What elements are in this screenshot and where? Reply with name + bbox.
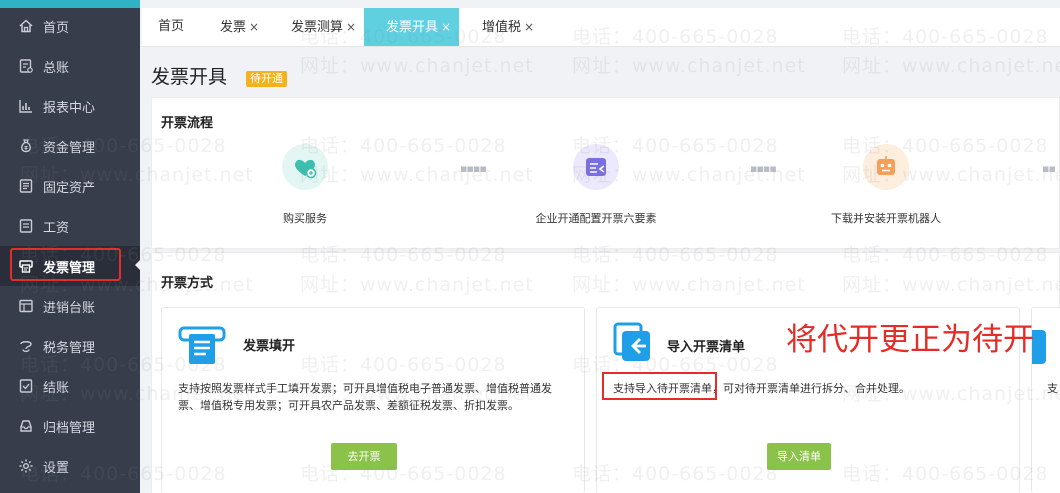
card-description: 支 — [1047, 382, 1058, 395]
sidebar-item-archive[interactable]: 归档管理 — [0, 406, 140, 446]
close-icon[interactable]: × — [524, 20, 534, 34]
sidebar-item-reports[interactable]: 报表中心 — [0, 86, 140, 126]
sidebar-item-label: 设置 — [43, 460, 70, 476]
sidebar-item-label: 总账 — [43, 60, 70, 76]
invoice-fill-icon — [178, 322, 226, 370]
tab-label: 首页 — [158, 19, 185, 34]
sidebar-item-label: 归档管理 — [43, 420, 96, 436]
card-desc-line: 票、增值税专用发票；可开具农产品发票、差额征税发票、折扣发票。 — [178, 399, 519, 412]
card-title: 发票填开 — [243, 339, 296, 354]
watermark-text: 网址：www.chanjet.net — [572, 55, 806, 77]
tab-label: 发票 — [220, 20, 247, 35]
sidebar-item-salary[interactable]: 工资 — [0, 206, 140, 246]
closing-icon — [18, 378, 34, 394]
sidebar-item-closing[interactable]: 结账 — [0, 366, 140, 406]
sidebar-item-label: 进销台账 — [43, 300, 96, 316]
home-icon — [18, 18, 34, 34]
sidebar-item-fixed-assets[interactable]: 固定资产 — [0, 166, 140, 206]
tab-home[interactable]: 首页 — [152, 8, 190, 46]
sidebar-item-invoice-management[interactable]: 发票管理 — [0, 246, 140, 286]
tab-bar: 首页 发票 × 发票测算 × 发票开具 × 增值税 × — [142, 8, 1060, 47]
stock-ledger-icon — [18, 298, 34, 314]
tab-vat[interactable]: 增值税 × — [476, 8, 540, 46]
robot-icon — [863, 144, 909, 190]
close-icon[interactable]: × — [249, 20, 259, 34]
process-title: 开票流程 — [161, 116, 214, 131]
sidebar-item-label: 发票管理 — [43, 260, 96, 276]
asset-icon — [18, 178, 34, 194]
partial-card-icon — [1032, 330, 1046, 364]
import-list-icon — [613, 322, 653, 368]
step-arrow-icon: ▪▪▪▪ — [750, 162, 777, 175]
gear-icon — [18, 458, 34, 474]
method-card-partial: 支 — [1031, 307, 1060, 493]
tax-icon — [18, 338, 34, 354]
invoice-printer-icon — [18, 258, 34, 274]
sidebar-item-settings[interactable]: 设置 — [0, 446, 140, 486]
card-description: 支持按照发票样式手工填开发票；可开具增值税电子普通发票、增值税普通发 票、增值税… — [178, 380, 578, 414]
ledger-icon — [18, 58, 34, 74]
tab-invoice-issue[interactable]: 发票开具 × — [364, 8, 459, 46]
annotation-text: 将代开更正为待开 — [786, 322, 1034, 358]
card-desc-line: 支持按照发票样式手工填开发票；可开具增值税电子普通发票、增值税普通发 — [178, 382, 552, 395]
sidebar-item-label: 工资 — [43, 220, 70, 236]
watermark-text: 网址：www.chanjet.net — [842, 55, 1060, 77]
process-step-buy-service: 购买服务 — [205, 144, 405, 226]
step-label: 购买服务 — [283, 212, 327, 225]
methods-title: 开票方式 — [161, 276, 214, 291]
close-icon[interactable]: × — [441, 20, 451, 34]
salary-icon — [18, 218, 34, 234]
tab-label: 发票开具 — [386, 20, 439, 35]
step-arrow-icon: ▪▪▪▪ — [460, 162, 487, 175]
sidebar-item-home[interactable]: 首页 — [0, 6, 140, 46]
process-panel: 开票流程 购买服务 ▪▪▪▪ 企业开通配置开票六要素 ▪▪▪▪ 下载并安装开票机… — [151, 97, 1060, 249]
sidebar-active-notch — [135, 260, 140, 270]
sidebar-item-label: 首页 — [43, 20, 70, 36]
heart-shield-icon — [282, 144, 328, 190]
sidebar: 首页 总账 报表中心 资金管理 固定资产 工资 发票管理 进销台账 税务管理 结… — [0, 0, 140, 493]
card-desc-rest: ，可对待开票清单进行拆分、合并处理。 — [712, 382, 910, 395]
step-arrow-icon: ▪▪ — [1042, 162, 1056, 175]
status-badge: 待开通 — [246, 71, 287, 87]
tab-label: 发票测算 — [291, 20, 344, 35]
card-title: 导入开票清单 — [667, 340, 746, 355]
tab-invoice[interactable]: 发票 × — [214, 8, 265, 46]
page-title: 发票开具 — [151, 66, 228, 88]
sidebar-item-label: 结账 — [43, 380, 70, 396]
close-icon[interactable]: × — [346, 20, 356, 34]
sidebar-item-stock-ledger[interactable]: 进销台账 — [0, 286, 140, 326]
process-step-install-robot: 下载并安装开票机器人 — [786, 144, 986, 226]
step-label: 下载并安装开票机器人 — [831, 212, 941, 225]
issue-invoice-button[interactable]: 去开票 — [331, 443, 397, 470]
tab-label: 增值税 — [482, 20, 522, 35]
watermark-text: 网址：www.chanjet.net — [300, 55, 534, 77]
step-label: 企业开通配置开票六要素 — [535, 212, 657, 225]
sidebar-item-label: 税务管理 — [43, 340, 96, 356]
sidebar-item-label: 固定资产 — [43, 180, 96, 196]
report-chart-icon — [18, 98, 34, 114]
sidebar-item-tax[interactable]: 税务管理 — [0, 326, 140, 366]
card-desc-highlight: 支持导入待开票清单 — [613, 382, 712, 395]
sidebar-item-label: 报表中心 — [43, 100, 96, 116]
tab-invoice-estimate[interactable]: 发票测算 × — [285, 8, 362, 46]
sidebar-item-funds[interactable]: 资金管理 — [0, 126, 140, 166]
import-list-button[interactable]: 导入清单 — [767, 443, 831, 470]
config-card-icon — [573, 144, 619, 190]
sidebar-item-ledger[interactable]: 总账 — [0, 46, 140, 86]
method-card-manual: 发票填开 支持按照发票样式手工填开发票；可开具增值税电子普通发票、增值税普通发 … — [161, 307, 585, 493]
process-step-configure: 企业开通配置开票六要素 — [496, 144, 696, 226]
archive-icon — [18, 418, 34, 434]
money-bag-icon — [18, 138, 34, 154]
sidebar-item-label: 资金管理 — [43, 140, 96, 156]
card-description: 支持导入待开票清单，可对待开票清单进行拆分、合并处理。 — [613, 380, 1013, 397]
